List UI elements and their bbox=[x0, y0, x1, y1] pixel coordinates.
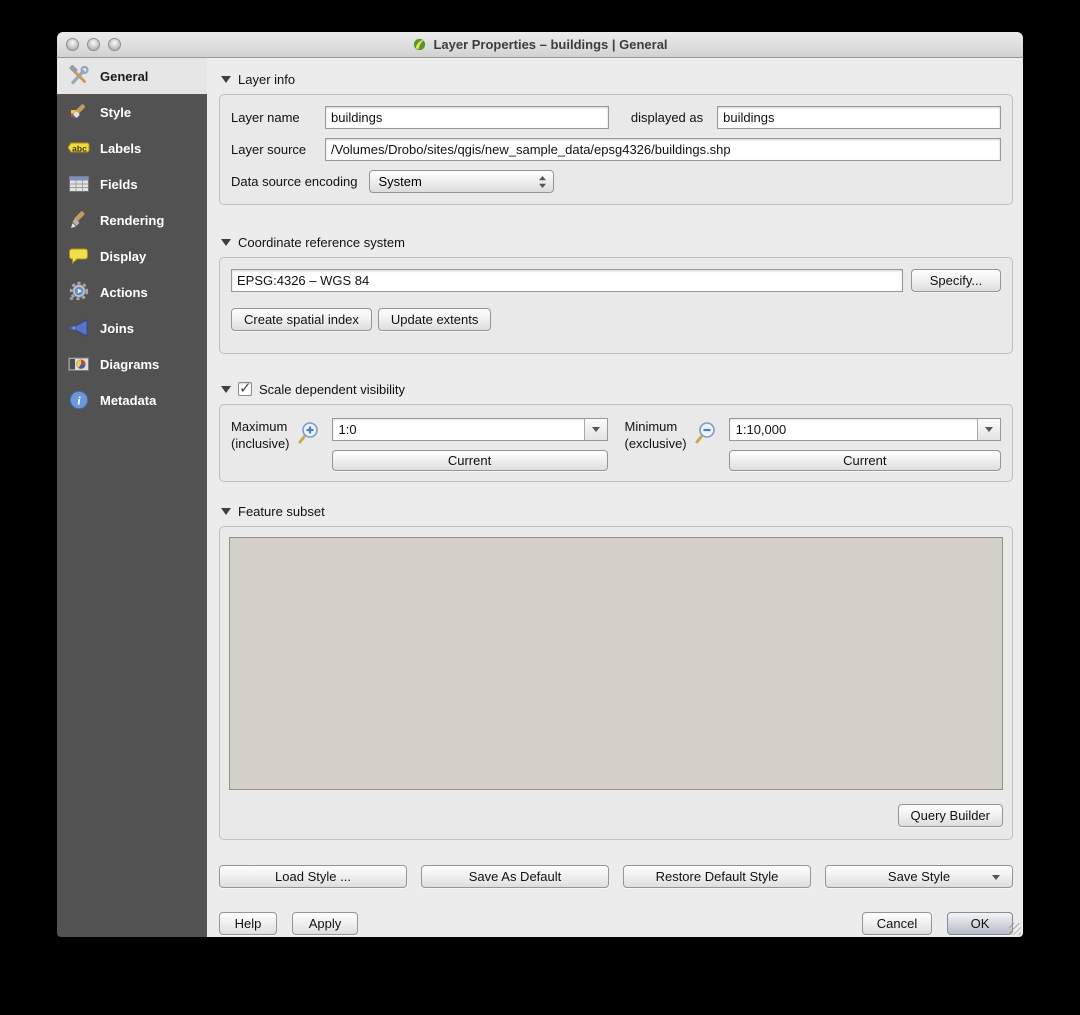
scale-visibility-section-header[interactable]: Scale dependent visibility bbox=[221, 380, 1013, 398]
zoom-in-icon bbox=[296, 420, 322, 446]
maximum-scale-combobox[interactable]: 1:0 bbox=[332, 418, 608, 441]
collapse-triangle-icon[interactable] bbox=[221, 386, 231, 393]
layer-info-groupbox: Layer name displayed as Layer source Dat… bbox=[219, 94, 1013, 205]
sidebar-item-rendering[interactable]: Rendering bbox=[57, 202, 207, 238]
sidebar-item-label: Metadata bbox=[100, 393, 156, 408]
join-icon bbox=[67, 316, 91, 340]
minimum-scale-label: Minimum (exclusive) bbox=[625, 418, 687, 452]
create-spatial-index-button[interactable]: Create spatial index bbox=[231, 308, 372, 331]
feature-subset-section-header[interactable]: Feature subset bbox=[221, 502, 1013, 520]
popup-updown-icon bbox=[538, 175, 547, 189]
wrench-hammer-icon bbox=[67, 64, 91, 88]
maximum-scale-label: Maximum (inclusive) bbox=[231, 418, 290, 452]
crs-groupbox: Specify... Create spatial index Update e… bbox=[219, 257, 1013, 354]
speech-bubble-icon bbox=[67, 244, 91, 268]
apply-button[interactable]: Apply bbox=[292, 912, 358, 935]
paintbrush-palette-icon bbox=[67, 100, 91, 124]
sidebar-item-style[interactable]: Style bbox=[57, 94, 207, 130]
help-button[interactable]: Help bbox=[219, 912, 277, 935]
zoom-out-icon bbox=[693, 420, 719, 446]
svg-text:abc: abc bbox=[72, 144, 87, 154]
save-style-label: Save Style bbox=[888, 869, 950, 884]
diagram-icon bbox=[67, 352, 91, 376]
sidebar-item-label: Labels bbox=[100, 141, 141, 156]
sidebar-item-metadata[interactable]: i Metadata bbox=[57, 382, 207, 418]
save-style-dropdown-button[interactable]: Save Style bbox=[825, 865, 1013, 888]
feature-subset-groupbox: Query Builder bbox=[219, 526, 1013, 840]
maximum-scale-value: 1:0 bbox=[333, 419, 584, 440]
query-builder-button[interactable]: Query Builder bbox=[898, 804, 1003, 827]
section-title: Coordinate reference system bbox=[238, 235, 405, 250]
sidebar-item-labels[interactable]: abc Labels bbox=[57, 130, 207, 166]
section-title: Scale dependent visibility bbox=[259, 382, 405, 397]
data-source-encoding-label: Data source encoding bbox=[231, 174, 357, 189]
sidebar-item-label: Joins bbox=[100, 321, 134, 336]
sidebar-item-label: Actions bbox=[100, 285, 148, 300]
section-title: Feature subset bbox=[238, 504, 325, 519]
crs-section-header[interactable]: Coordinate reference system bbox=[221, 233, 1013, 251]
style-buttons-row: Load Style ... Save As Default Restore D… bbox=[219, 865, 1013, 888]
sidebar-item-label: Style bbox=[100, 105, 131, 120]
save-as-default-button[interactable]: Save As Default bbox=[421, 865, 609, 888]
sidebar-item-actions[interactable]: Actions bbox=[57, 274, 207, 310]
layer-properties-dialog: Layer Properties – buildings | General G… bbox=[57, 32, 1023, 937]
layer-source-label: Layer source bbox=[231, 142, 315, 157]
layer-name-label: Layer name bbox=[231, 110, 315, 125]
update-extents-button[interactable]: Update extents bbox=[378, 308, 491, 331]
sidebar-item-joins[interactable]: Joins bbox=[57, 310, 207, 346]
ok-button[interactable]: OK bbox=[947, 912, 1013, 935]
chevron-down-icon bbox=[592, 427, 600, 432]
sidebar-item-label: General bbox=[100, 69, 148, 84]
sidebar-item-label: Fields bbox=[100, 177, 138, 192]
encoding-popup[interactable]: System bbox=[369, 170, 554, 193]
load-style-button[interactable]: Load Style ... bbox=[219, 865, 407, 888]
layer-info-section-header[interactable]: Layer info bbox=[221, 70, 1013, 88]
displayed-as-label: displayed as bbox=[631, 110, 703, 125]
sidebar-item-diagrams[interactable]: Diagrams bbox=[57, 346, 207, 382]
minimum-scale-combobox[interactable]: 1:10,000 bbox=[729, 418, 1001, 441]
dialog-buttons-row: Help Apply Cancel OK bbox=[219, 912, 1013, 935]
scale-visibility-checkbox[interactable] bbox=[238, 382, 252, 396]
sidebar-item-label: Diagrams bbox=[100, 357, 159, 372]
minimum-current-button[interactable]: Current bbox=[729, 450, 1001, 471]
encoding-popup-value: System bbox=[378, 174, 421, 189]
attribute-table-icon bbox=[67, 172, 91, 196]
properties-sidebar: General Style bbox=[57, 58, 207, 937]
maximum-current-button[interactable]: Current bbox=[332, 450, 608, 471]
collapse-triangle-icon[interactable] bbox=[221, 76, 231, 83]
layer-name-input[interactable] bbox=[325, 106, 609, 129]
restore-default-style-button[interactable]: Restore Default Style bbox=[623, 865, 811, 888]
sidebar-item-label: Rendering bbox=[100, 213, 164, 228]
sidebar-item-general[interactable]: General bbox=[57, 58, 207, 94]
section-title: Layer info bbox=[238, 72, 295, 87]
qgis-logo-icon bbox=[412, 37, 427, 52]
collapse-triangle-icon[interactable] bbox=[221, 508, 231, 515]
info-circle-icon: i bbox=[67, 388, 91, 412]
crs-input[interactable] bbox=[231, 269, 903, 292]
collapse-triangle-icon[interactable] bbox=[221, 239, 231, 246]
feature-subset-query-textarea[interactable] bbox=[229, 537, 1003, 790]
combo-arrow-cell[interactable] bbox=[584, 419, 607, 440]
specify-crs-button[interactable]: Specify... bbox=[911, 269, 1001, 292]
sidebar-item-fields[interactable]: Fields bbox=[57, 166, 207, 202]
resize-grip[interactable] bbox=[1009, 923, 1021, 935]
paintbrush-icon bbox=[67, 208, 91, 232]
sidebar-item-display[interactable]: Display bbox=[57, 238, 207, 274]
sidebar-item-label: Display bbox=[100, 249, 146, 264]
gear-action-icon bbox=[67, 280, 91, 304]
displayed-as-input[interactable] bbox=[717, 106, 1001, 129]
window-title: Layer Properties – buildings | General bbox=[433, 37, 667, 52]
chevron-down-icon bbox=[985, 427, 993, 432]
scale-visibility-groupbox: Maximum (inclusive) 1:0 bbox=[219, 404, 1013, 482]
layer-source-input[interactable] bbox=[325, 138, 1001, 161]
general-tab-content: Layer info Layer name displayed as Layer… bbox=[207, 58, 1023, 937]
window-title-area: Layer Properties – buildings | General bbox=[57, 37, 1023, 52]
abc-tag-icon: abc bbox=[67, 136, 91, 160]
minimum-scale-value: 1:10,000 bbox=[730, 419, 977, 440]
combo-arrow-cell[interactable] bbox=[977, 419, 1000, 440]
cancel-button[interactable]: Cancel bbox=[862, 912, 932, 935]
titlebar[interactable]: Layer Properties – buildings | General bbox=[57, 32, 1023, 58]
chevron-down-icon bbox=[992, 875, 1000, 880]
